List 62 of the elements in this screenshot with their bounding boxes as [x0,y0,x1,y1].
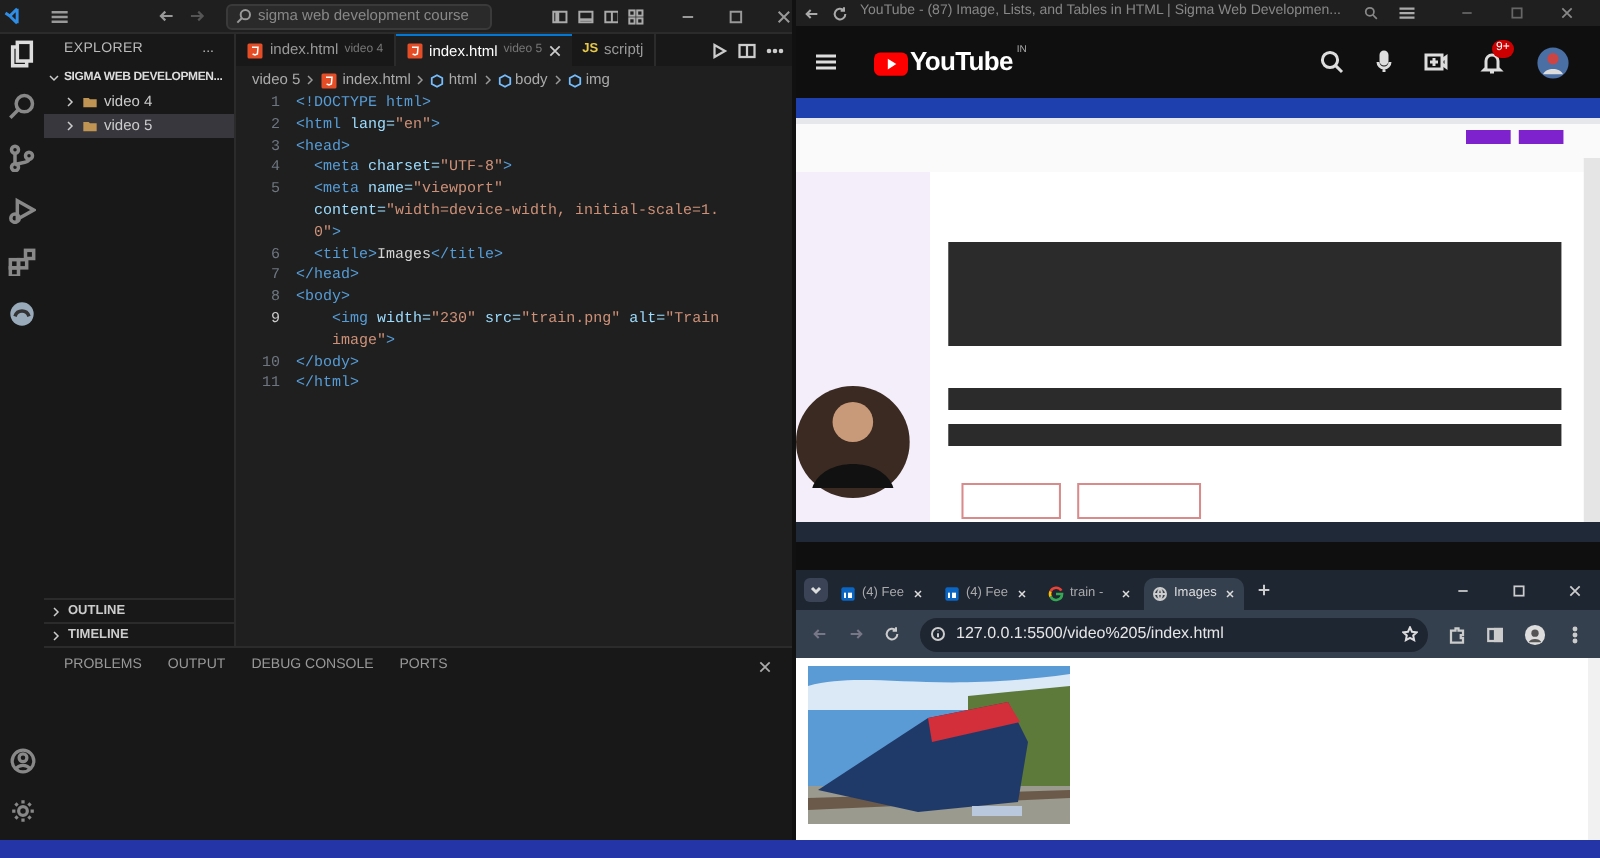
app-icon [944,586,960,602]
new-tab-icon[interactable] [1256,582,1272,598]
bookmark-star-icon[interactable] [1402,626,1418,642]
chevron-icon [481,74,494,86]
symbol-icon [567,73,582,87]
back-arrow-icon[interactable] [804,5,820,21]
create-video-icon[interactable] [1424,50,1448,74]
reload-icon[interactable] [884,626,900,642]
layout-panel-icon[interactable] [577,7,593,25]
close-icon[interactable] [758,659,772,673]
chevron-icon [551,74,564,86]
split-editor-icon[interactable] [738,41,756,59]
zoom-icon[interactable] [1364,6,1379,20]
play-logo-icon[interactable] [874,50,908,76]
scrollbar[interactable] [1588,658,1600,840]
html-file-icon [405,42,424,60]
close-icon[interactable] [776,7,792,25]
back-arrow-icon [812,626,828,642]
maximize-icon[interactable] [728,7,745,25]
html-file-icon [246,41,264,59]
swirl-icon[interactable] [8,300,36,328]
address-bar[interactable]: 127.0.0.1:5500/video%205/index.html [920,617,1428,651]
menu-icon[interactable] [49,5,69,27]
extensions-icon[interactable] [8,248,36,276]
run-debug-icon[interactable] [8,196,36,224]
forward-arrow-icon [848,626,864,642]
brand-name[interactable]: YouTube [910,44,1013,80]
layout-grid-icon[interactable] [628,7,645,25]
globe-icon [1152,586,1168,602]
html-file-icon [320,71,339,89]
search-icon[interactable] [1320,50,1344,74]
reload-icon[interactable] [832,5,848,21]
app-icon [840,586,856,602]
forward-arrow-icon [188,6,206,26]
chevron-icon [414,74,427,86]
bell-icon[interactable] [1480,50,1504,74]
layout-sidebar-icon[interactable] [551,7,568,25]
search-icon [235,8,252,24]
avatar-icon[interactable] [1524,623,1546,645]
back-arrow-icon[interactable] [158,6,177,26]
chevron-icon [304,74,317,86]
app-logo-icon [4,6,22,26]
layout-split-icon[interactable] [603,7,619,25]
close-icon[interactable] [1560,6,1575,20]
extensions-icon[interactable] [1448,625,1466,643]
run-icon[interactable] [710,41,728,59]
symbol-icon [430,73,445,87]
microphone-icon[interactable] [1372,50,1396,74]
avatar-icon[interactable] [1536,45,1570,79]
account-icon[interactable] [9,748,35,774]
menu-icon[interactable] [814,50,838,74]
close-icon[interactable] [1568,583,1582,597]
settings-icon[interactable] [9,798,35,824]
side-panel-icon[interactable] [1486,625,1504,643]
menu-icon[interactable] [1398,4,1417,22]
ring-icon [1048,586,1064,602]
symbol-icon [497,73,512,87]
close-icon[interactable] [548,44,563,58]
files-icon[interactable] [8,40,36,68]
source-control-icon[interactable] [8,144,36,172]
info-icon [930,626,946,642]
tab-search-icon[interactable] [804,578,828,602]
